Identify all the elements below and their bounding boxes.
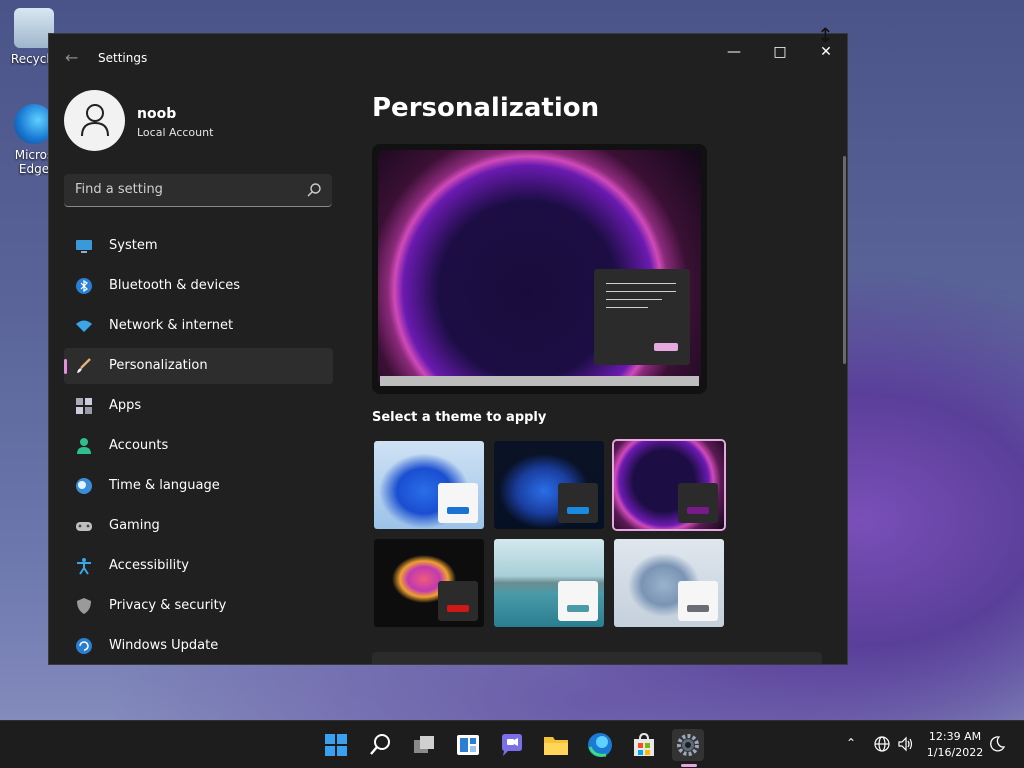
theme-flow[interactable] <box>612 537 726 629</box>
sidebar-item-windows-update[interactable]: Windows Update <box>64 628 333 664</box>
network-globe-icon[interactable] <box>873 735 891 753</box>
sidebar-item-label: Apps <box>109 398 142 413</box>
sidebar-item-apps[interactable]: Apps <box>64 388 333 424</box>
gamepad-icon <box>76 522 92 531</box>
sidebar-item-accounts[interactable]: Accounts <box>64 428 333 464</box>
sidebar-item-privacy[interactable]: Privacy & security <box>64 588 333 624</box>
task-view-button[interactable] <box>408 729 440 761</box>
theme-sample-window <box>438 483 478 523</box>
accessibility-icon <box>77 558 91 575</box>
preview-accent-button <box>654 343 678 351</box>
person-avatar-icon <box>81 104 109 137</box>
scrollbar[interactable] <box>843 156 846 364</box>
bluetooth-icon <box>76 278 92 294</box>
sidebar-item-label: System <box>109 238 158 253</box>
sidebar-item-label: Network & internet <box>109 318 234 333</box>
widgets-icon <box>457 735 479 755</box>
file-explorer-button[interactable] <box>540 729 572 761</box>
start-icon <box>325 734 347 756</box>
sidebar-item-gaming[interactable]: Gaming <box>64 508 333 544</box>
file-explorer-icon <box>544 737 568 755</box>
shield-icon <box>77 598 91 614</box>
monitor-icon <box>76 240 92 253</box>
search-box[interactable] <box>64 174 332 207</box>
resize-cursor-icon: ↕ <box>817 23 834 47</box>
paintbrush-icon <box>77 358 91 373</box>
theme-preview <box>372 144 707 394</box>
sidebar-item-label: Bluetooth & devices <box>109 278 240 293</box>
back-arrow-icon[interactable]: ← <box>65 48 85 68</box>
taskbar-search-button[interactable] <box>364 729 396 761</box>
chat-button[interactable] <box>496 729 528 761</box>
sidebar-item-network[interactable]: Network & internet <box>64 308 333 344</box>
search-input[interactable] <box>64 174 294 205</box>
clock-time: 12:39 AM <box>928 730 982 743</box>
theme-sample-window <box>558 483 598 523</box>
theme-windows-dark[interactable] <box>492 439 606 531</box>
task-view-icon <box>414 736 434 753</box>
sidebar-item-label: Personalization <box>109 358 208 373</box>
sidebar-nav: System Bluetooth & devices Network & int… <box>64 228 333 664</box>
user-name: noob <box>137 106 177 122</box>
theme-captured-motion[interactable] <box>372 537 486 629</box>
active-app-indicator <box>681 764 697 767</box>
focus-assist-moon-icon[interactable] <box>988 735 1006 753</box>
theme-windows-light[interactable] <box>372 439 486 531</box>
wifi-icon <box>76 320 92 332</box>
theme-sample-window <box>558 581 598 621</box>
main-content: Personalization Select a theme to apply <box>372 34 847 664</box>
person-icon <box>77 438 91 454</box>
globe-clock-icon <box>76 478 92 494</box>
theme-grid <box>372 439 732 631</box>
page-title: Personalization <box>372 93 600 123</box>
account-type: Local Account <box>137 126 214 139</box>
chevron-up-icon[interactable]: ⌃ <box>846 736 856 750</box>
edge-button[interactable] <box>584 729 616 761</box>
theme-sample-window <box>438 581 478 621</box>
chat-icon <box>502 734 522 756</box>
clock-date: 1/16/2022 <box>926 746 984 759</box>
theme-sunrise[interactable] <box>492 537 606 629</box>
sidebar-item-accessibility[interactable]: Accessibility <box>64 548 333 584</box>
sidebar-item-label: Windows Update <box>109 638 219 653</box>
theme-sample-window <box>678 581 718 621</box>
store-icon <box>634 732 654 756</box>
settings-icon <box>677 734 699 756</box>
store-button[interactable] <box>628 729 660 761</box>
settings-taskbar-button[interactable] <box>672 729 704 761</box>
edge-icon <box>588 733 612 757</box>
avatar <box>64 90 125 151</box>
theme-glow[interactable] <box>612 439 726 531</box>
themes-heading: Select a theme to apply <box>372 410 547 425</box>
sidebar-item-label: Privacy & security <box>109 598 227 613</box>
apps-icon <box>76 398 92 414</box>
taskbar: ⌃ 12:39 AM 1/16/2022 <box>0 720 1024 768</box>
sidebar-item-bluetooth[interactable]: Bluetooth & devices <box>64 268 333 304</box>
search-icon <box>370 734 390 755</box>
settings-window: ← Settings — □ ✕ noob Local Account Syst… <box>48 33 848 665</box>
sidebar-item-personalization[interactable]: Personalization <box>64 348 333 384</box>
preview-taskbar <box>380 376 699 386</box>
sidebar-item-label: Accessibility <box>109 558 189 573</box>
system-clock[interactable]: 12:39 AM 1/16/2022 <box>922 729 988 761</box>
search-icon[interactable] <box>306 182 322 198</box>
preview-window-mock <box>594 269 690 365</box>
start-button[interactable] <box>320 729 352 761</box>
sidebar-item-system[interactable]: System <box>64 228 333 264</box>
sidebar-item-label: Time & language <box>109 478 220 493</box>
widgets-button[interactable] <box>452 729 484 761</box>
sidebar-item-time-language[interactable]: Time & language <box>64 468 333 504</box>
volume-icon[interactable] <box>897 735 915 753</box>
theme-sample-window <box>678 483 718 523</box>
settings-card[interactable] <box>372 652 822 664</box>
window-title: Settings <box>98 51 148 65</box>
update-icon <box>76 638 92 654</box>
sidebar-item-label: Accounts <box>109 438 169 453</box>
sidebar-item-label: Gaming <box>109 518 160 533</box>
